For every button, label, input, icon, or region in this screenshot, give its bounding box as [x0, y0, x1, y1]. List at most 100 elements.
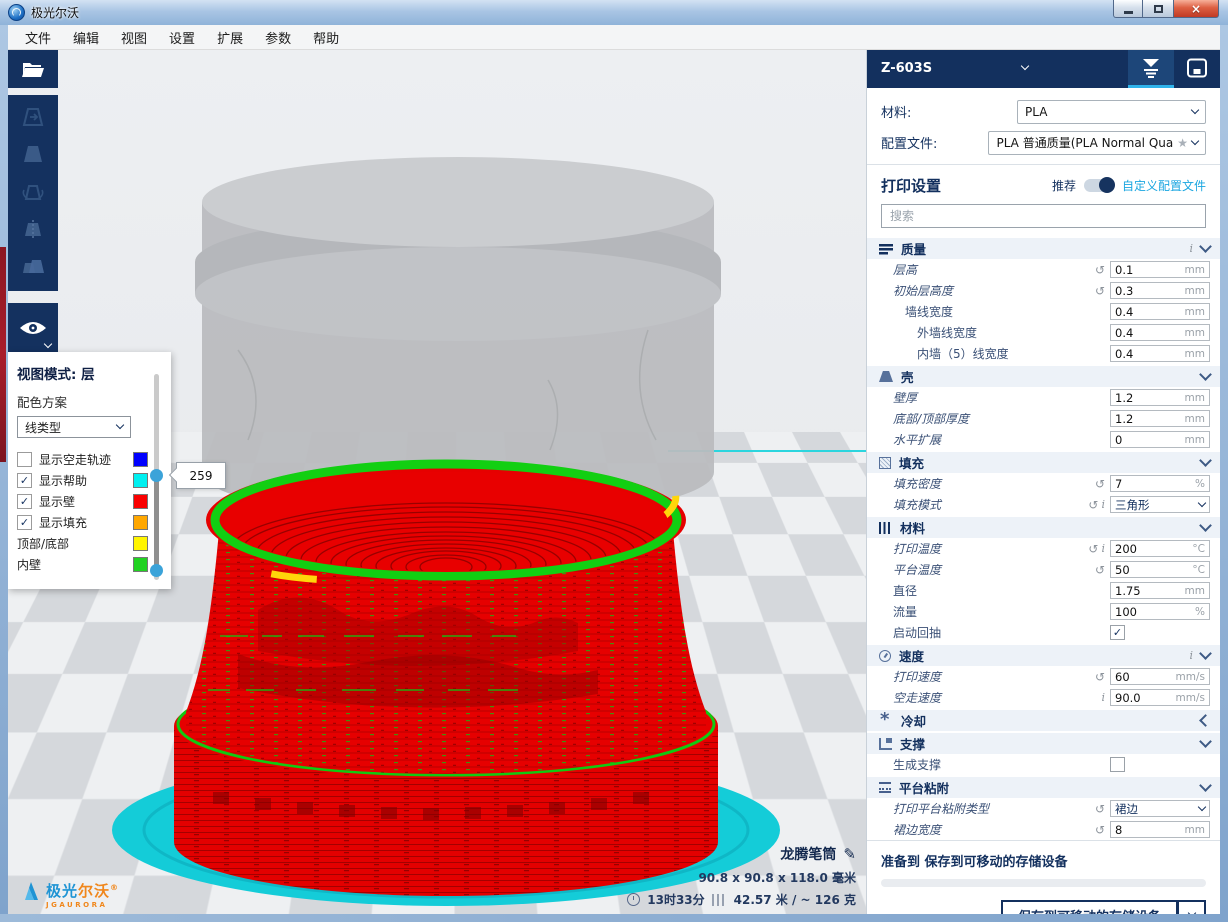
option-label: 内壁 [17, 556, 126, 573]
chevron-down-icon[interactable] [1199, 779, 1212, 792]
close-button[interactable]: × [1173, 0, 1219, 18]
view-mode-button[interactable] [8, 303, 58, 352]
setting-input[interactable]: 1.75mm [1110, 582, 1210, 599]
reset-icon[interactable]: ↺ [1095, 564, 1105, 576]
section-header-speed[interactable]: 速度i [867, 645, 1220, 666]
menu-item-0[interactable]: 文件 [14, 25, 62, 50]
menu-item-6[interactable]: 帮助 [302, 25, 350, 50]
setting-label: 打印温度 [867, 540, 1069, 557]
option-checkbox[interactable]: ✓ [17, 494, 32, 509]
section-header-adhesion[interactable]: 平台粘附 [867, 777, 1220, 798]
layer-slider[interactable] [150, 374, 163, 580]
option-checkbox[interactable] [17, 452, 32, 467]
layer-slider-upper-handle[interactable] [150, 469, 163, 482]
reset-icon[interactable]: ↺ [1095, 824, 1105, 836]
profile-select[interactable]: PLA 普通质量(PLA Normal Qua ★ [988, 131, 1206, 155]
chevron-down-icon[interactable] [1199, 647, 1212, 660]
setting-input[interactable]: 7% [1110, 475, 1210, 492]
color-scheme-select[interactable]: 线类型 [17, 416, 131, 438]
setting-input[interactable]: 0.4mm [1110, 303, 1210, 320]
option-checkbox[interactable]: ✓ [17, 473, 32, 488]
setting-input[interactable]: 0mm [1110, 431, 1210, 448]
setting-label: 墙线宽度 [867, 303, 1069, 320]
layer-view-options: 显示空走轨迹✓显示帮助✓显示壁✓显示填充顶部/底部内壁 [17, 449, 162, 575]
menu-item-1[interactable]: 编辑 [62, 25, 110, 50]
menu-item-3[interactable]: 设置 [158, 25, 206, 50]
setting-checkbox[interactable]: ✓ [1110, 625, 1125, 640]
reset-icon[interactable]: ↺ [1095, 285, 1105, 297]
chevron-left-icon[interactable] [1199, 714, 1212, 727]
title-bar[interactable]: 极光尔沃 [0, 0, 1228, 25]
setting-select[interactable]: 三角形 [1110, 496, 1210, 513]
setting-input[interactable]: 0.4mm [1110, 324, 1210, 341]
section-header-material[interactable]: 材料 [867, 517, 1220, 538]
rename-pencil-icon[interactable]: ✎ [843, 845, 856, 863]
setting-input[interactable]: 0.3mm [1110, 282, 1210, 299]
section-header-cooling[interactable]: 冷却 [867, 710, 1220, 731]
chevron-down-icon[interactable] [1199, 240, 1212, 253]
chevron-down-icon[interactable] [1199, 368, 1212, 381]
setting-value: 1.2 [1115, 391, 1185, 405]
info-icon[interactable]: i [1189, 243, 1193, 255]
chevron-down-icon[interactable] [1199, 735, 1212, 748]
settings-search[interactable] [881, 204, 1206, 228]
setting-input[interactable]: 1.2mm [1110, 410, 1210, 427]
row-icons: ↺ [1069, 671, 1110, 683]
section-header-support[interactable]: 支撑 [867, 733, 1220, 754]
custom-profile-link[interactable]: 自定义配置文件 [1122, 177, 1206, 194]
layer-slider-lower-handle[interactable] [150, 564, 163, 577]
setting-input[interactable]: 50°C [1110, 561, 1210, 578]
per-model-settings-icon[interactable] [19, 254, 47, 282]
info-icon[interactable]: i [1101, 692, 1105, 704]
tab-prepare-slice[interactable] [1128, 48, 1174, 88]
minimize-button[interactable] [1113, 0, 1143, 18]
info-icon[interactable]: i [1101, 543, 1105, 555]
setting-input[interactable]: 90.0mm/s [1110, 689, 1210, 706]
chevron-down-icon [1198, 802, 1206, 810]
open-file-button[interactable] [8, 50, 58, 88]
recommended-custom-toggle[interactable] [1084, 179, 1114, 192]
layer-view-option: 内壁 [17, 554, 162, 575]
setting-select[interactable]: 裙边 [1110, 800, 1210, 817]
setting-input[interactable]: 1.2mm [1110, 389, 1210, 406]
setting-input[interactable]: 0.1mm [1110, 261, 1210, 278]
material-profile-block: 材料: PLA 配置文件: PLA 普通质量(PLA Normal Qua ★ [867, 88, 1220, 165]
settings-search-input[interactable] [888, 208, 1199, 224]
setting-checkbox[interactable] [1110, 757, 1125, 772]
setting-input[interactable]: 8mm [1110, 821, 1210, 838]
maximize-button[interactable] [1143, 0, 1173, 18]
tab-monitor[interactable] [1174, 48, 1220, 88]
reset-icon[interactable]: ↺ [1088, 499, 1098, 511]
color-swatch [133, 536, 148, 551]
menu-item-4[interactable]: 扩展 [206, 25, 254, 50]
chevron-down-icon[interactable] [1199, 519, 1212, 532]
printer-selector[interactable]: Z-603S [867, 61, 1128, 76]
reset-icon[interactable]: ↺ [1095, 803, 1105, 815]
rotate-tool-icon[interactable] [19, 179, 47, 207]
scale-tool-icon[interactable] [19, 141, 47, 169]
menu-item-2[interactable]: 视图 [110, 25, 158, 50]
option-checkbox[interactable]: ✓ [17, 515, 32, 530]
section-header-quality[interactable]: 质量i [867, 238, 1220, 259]
reset-icon[interactable]: ↺ [1088, 543, 1098, 555]
section-header-infill[interactable]: 填充 [867, 452, 1220, 473]
move-tool-icon[interactable] [19, 104, 47, 132]
3d-viewport[interactable]: 视图模式: 层 配色方案 线类型 显示空走轨迹✓显示帮助✓显示壁✓显示填充顶部/… [8, 50, 866, 914]
reset-icon[interactable]: ↺ [1095, 478, 1105, 490]
setting-row: 底部/顶部厚度1.2mm [867, 408, 1220, 429]
setting-row: 填充密度↺7% [867, 473, 1220, 494]
reset-icon[interactable]: ↺ [1095, 671, 1105, 683]
setting-value: 1.2 [1115, 412, 1185, 426]
menu-item-5[interactable]: 参数 [254, 25, 302, 50]
setting-input[interactable]: 100% [1110, 603, 1210, 620]
chevron-down-icon[interactable] [1199, 454, 1212, 467]
material-select[interactable]: PLA [1017, 100, 1206, 124]
setting-input[interactable]: 0.4mm [1110, 345, 1210, 362]
section-header-shell[interactable]: 壳 [867, 366, 1220, 387]
info-icon[interactable]: i [1189, 650, 1193, 662]
setting-input[interactable]: 200°C [1110, 540, 1210, 557]
setting-input[interactable]: 60mm/s [1110, 668, 1210, 685]
info-icon[interactable]: i [1101, 499, 1105, 511]
reset-icon[interactable]: ↺ [1095, 264, 1105, 276]
mirror-tool-icon[interactable] [19, 217, 47, 245]
